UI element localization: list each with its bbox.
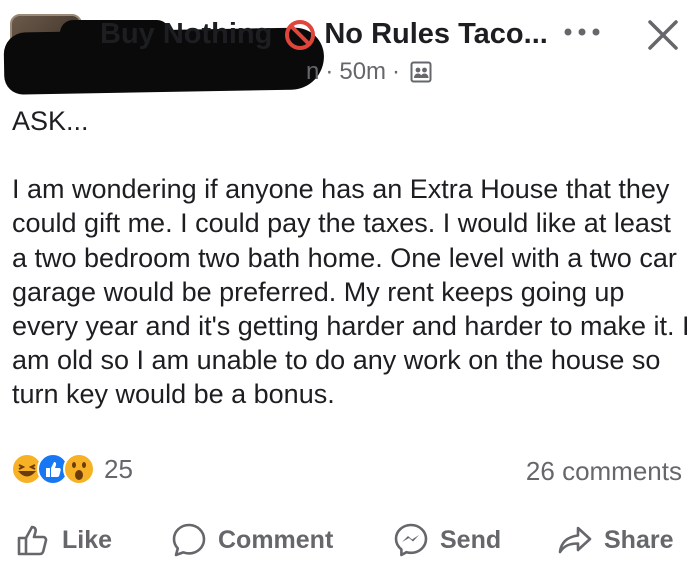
post-title: ASK...	[12, 106, 89, 136]
post-timestamp[interactable]: 50m	[339, 58, 386, 86]
group-name-prefix[interactable]: Buy Nothing	[100, 18, 272, 51]
share-arrow-icon	[558, 526, 592, 554]
post-header: Buy Nothing No Rules Taco... n · 50m ·	[0, 0, 700, 100]
send-label: Send	[440, 525, 502, 554]
reactions-summary[interactable]: 25	[10, 452, 133, 486]
post-meta: n · 50m ·	[306, 58, 432, 86]
messenger-icon	[394, 523, 428, 557]
thumbs-up-icon	[17, 525, 48, 556]
comment-button[interactable]: Comment	[170, 516, 333, 564]
more-options-icon[interactable]	[562, 22, 602, 42]
post-text: I am wondering if anyone has an Extra Ho…	[12, 174, 690, 410]
author-name-fragment: n	[306, 58, 320, 85]
like-label: Like	[62, 525, 113, 554]
prohibited-icon	[285, 19, 316, 50]
send-button[interactable]: Send	[392, 516, 501, 564]
reaction-count: 25	[104, 453, 133, 484]
share-label: Share	[604, 525, 674, 554]
group-name-suffix[interactable]: No Rules Taco...	[324, 18, 547, 51]
group-audience-icon	[410, 61, 432, 83]
post-content: ASK... I am wondering if anyone has an E…	[12, 104, 692, 412]
comment-bubble-icon	[172, 523, 206, 557]
separator-dot: ·	[392, 58, 401, 85]
separator-dot: ·	[325, 58, 334, 85]
post-actions-bar: Like Comment Send Share	[0, 516, 700, 566]
wow-icon	[63, 453, 95, 485]
share-button[interactable]: Share	[556, 516, 673, 564]
comment-label: Comment	[218, 525, 334, 554]
close-icon[interactable]	[646, 18, 680, 52]
group-name[interactable]: Buy Nothing No Rules Taco...	[100, 18, 548, 51]
comments-count[interactable]: 26 comments	[526, 456, 682, 487]
like-button[interactable]: Like	[14, 516, 112, 564]
